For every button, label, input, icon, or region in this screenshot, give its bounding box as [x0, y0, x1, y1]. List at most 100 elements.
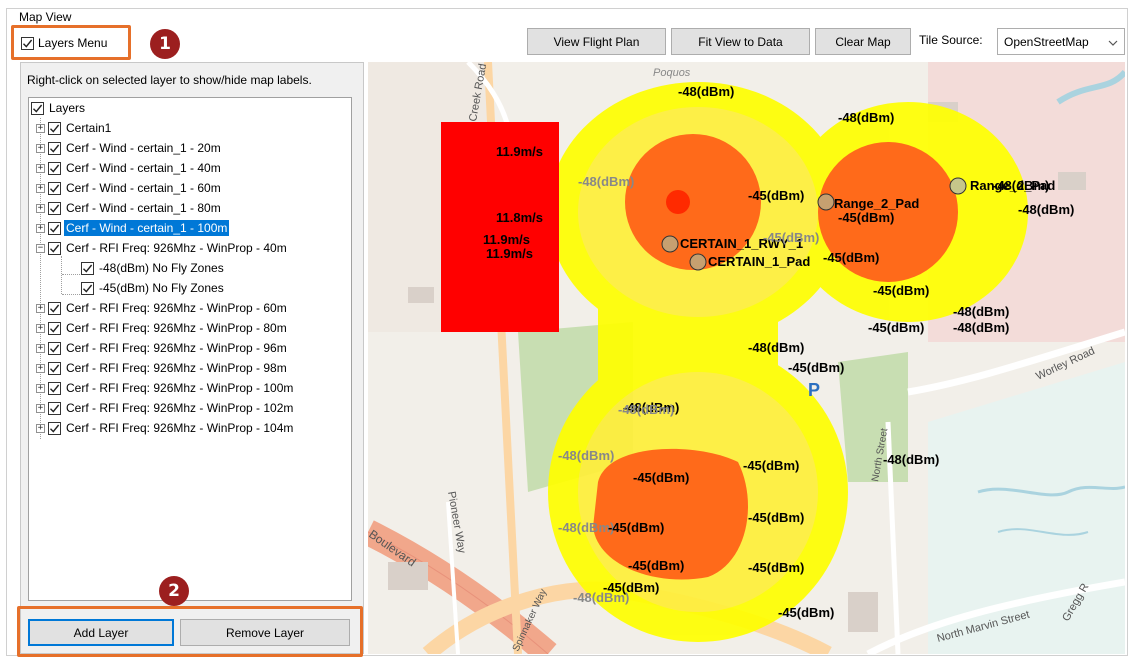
map-svg[interactable]: Poquos Creek Road Worley Road Pioneer Wa…	[368, 62, 1125, 654]
tree-row[interactable]: + Cerf - Wind - certain_1 - 80m	[36, 198, 223, 218]
expand-icon[interactable]: +	[36, 383, 45, 393]
add-layer-button[interactable]: Add Layer	[28, 619, 174, 646]
tree-row-child[interactable]: -48(dBm) No Fly Zones	[81, 258, 226, 278]
tree-row[interactable]: + Cerf - RFI Freq: 926Mhz - WinProp - 100…	[36, 378, 295, 398]
signal-label: -48(dBm)	[883, 452, 939, 467]
signal-label: -48(dBm)	[953, 304, 1009, 319]
signal-label: -45(dBm)	[743, 458, 799, 473]
tree-row[interactable]: + Cerf - RFI Freq: 926Mhz - WinProp - 104…	[36, 418, 295, 438]
tree-row-label: Cerf - Wind - certain_1 - 100m	[64, 220, 230, 236]
tree-row-label: -48(dBm) No Fly Zones	[99, 261, 224, 275]
coverage-core	[666, 190, 690, 214]
tree-row-selected[interactable]: + Cerf - Wind - certain_1 - 100m	[36, 218, 230, 238]
checkbox-icon[interactable]	[48, 301, 61, 315]
tree-line	[61, 256, 62, 294]
tree-row[interactable]: + Cerf - RFI Freq: 926Mhz - WinProp - 80m	[36, 318, 289, 338]
checkbox-icon[interactable]	[48, 401, 61, 415]
building	[848, 592, 878, 632]
tree-row[interactable]: + Cerf - Wind - certain_1 - 40m	[36, 158, 223, 178]
expand-icon[interactable]: +	[36, 303, 45, 313]
tile-source-label: Tile Source:	[919, 33, 983, 47]
signal-label: -48(dBm)	[578, 174, 634, 189]
layers-panel: Right-click on selected layer to show/hi…	[20, 62, 364, 654]
signal-label: -48(dBm)	[748, 340, 804, 355]
signal-label: -45(dBm)	[868, 320, 924, 335]
checkbox-icon[interactable]	[48, 361, 61, 375]
expand-icon[interactable]: +	[36, 363, 45, 373]
checkbox-icon[interactable]	[48, 161, 61, 175]
layers-menu-label: Layers Menu	[38, 36, 108, 50]
checkbox-icon[interactable]	[48, 321, 61, 335]
wind-label: 11.9m/s	[496, 144, 543, 159]
checkbox-icon[interactable]	[48, 421, 61, 435]
expand-icon[interactable]: +	[36, 143, 45, 153]
pad-marker[interactable]	[689, 253, 707, 271]
view-flight-plan-button[interactable]: View Flight Plan	[527, 28, 666, 55]
map-canvas[interactable]: Poquos Creek Road Worley Road Pioneer Wa…	[368, 62, 1125, 654]
tile-source-select[interactable]: OpenStreetMap	[997, 28, 1125, 55]
range-pad-marker[interactable]	[949, 177, 967, 195]
checkbox-icon[interactable]	[81, 281, 94, 295]
checkbox-icon[interactable]	[48, 381, 61, 395]
tree-row[interactable]: + Cerf - RFI Freq: 926Mhz - WinProp - 102…	[36, 398, 295, 418]
checkbox-icon[interactable]	[48, 221, 61, 235]
tree-line	[62, 294, 80, 295]
checkbox-icon[interactable]	[21, 36, 34, 50]
expand-icon[interactable]: +	[36, 203, 45, 213]
expand-icon[interactable]: +	[36, 403, 45, 413]
tree-row-label: Cerf - RFI Freq: 926Mhz - WinProp - 80m	[66, 321, 287, 335]
signal-label: -48(dBm)	[993, 178, 1049, 193]
signal-label: -48(dBm)	[558, 448, 614, 463]
tree-row[interactable]: + Cerf - RFI Freq: 926Mhz - WinProp - 60m	[36, 298, 289, 318]
tree-row[interactable]: + Cerf - Wind - certain_1 - 60m	[36, 178, 223, 198]
expand-icon[interactable]: +	[36, 423, 45, 433]
expand-icon[interactable]: +	[36, 223, 45, 233]
checkbox-icon[interactable]	[81, 261, 94, 275]
signal-label: -48(dBm)	[618, 402, 674, 417]
tree-row-label: Cerf - RFI Freq: 926Mhz - WinProp - 102m	[66, 401, 294, 415]
checkbox-icon[interactable]	[48, 341, 61, 355]
tree-row[interactable]: + Cerf - RFI Freq: 926Mhz - WinProp - 98m	[36, 358, 289, 378]
wind-label: 11.9m/s	[486, 246, 533, 261]
expand-icon[interactable]: +	[36, 183, 45, 193]
tree-row-expanded[interactable]: − Cerf - RFI Freq: 926Mhz - WinProp - 40m	[36, 238, 289, 258]
signal-label: -48(dBm)	[953, 320, 1009, 335]
runway-marker[interactable]	[661, 235, 679, 253]
layers-hint-text: Right-click on selected layer to show/hi…	[27, 73, 312, 87]
building	[1058, 172, 1086, 190]
layers-menu-checkbox[interactable]: Layers Menu	[17, 31, 111, 55]
expand-icon[interactable]: +	[36, 123, 45, 133]
checkbox-icon[interactable]	[48, 181, 61, 195]
tree-row-label: Layers	[49, 101, 86, 115]
fit-view-to-data-button[interactable]: Fit View to Data	[671, 28, 810, 55]
tree-row[interactable]: + Certain1	[36, 118, 113, 138]
pad-marker[interactable]	[817, 193, 835, 211]
pad-label: Range_2_Pad	[834, 196, 919, 211]
layers-tree[interactable]: Layers + Certain1 + Cerf - Wind - certain_…	[28, 97, 352, 601]
signal-label: -45(dBm)	[628, 558, 684, 573]
signal-label: -45(dBm)	[788, 360, 844, 375]
expand-icon[interactable]: +	[36, 163, 45, 173]
tree-row-label: Certain1	[66, 121, 112, 135]
clear-map-button[interactable]: Clear Map	[815, 28, 911, 55]
tree-row-root[interactable]: Layers	[31, 98, 87, 118]
checkbox-icon[interactable]	[31, 101, 44, 115]
checkbox-icon[interactable]	[48, 121, 61, 135]
wind-label: 11.8m/s	[496, 210, 543, 225]
tree-row-label: Cerf - Wind - certain_1 - 40m	[66, 161, 221, 175]
remove-layer-button[interactable]: Remove Layer	[180, 619, 350, 646]
tree-row[interactable]: + Cerf - RFI Freq: 926Mhz - WinProp - 96m	[36, 338, 289, 358]
tree-row-label: Cerf - RFI Freq: 926Mhz - WinProp - 40m	[66, 241, 287, 255]
signal-label: -48(dBm)	[678, 84, 734, 99]
expand-icon[interactable]: +	[36, 343, 45, 353]
tree-row-child[interactable]: -45(dBm) No Fly Zones	[81, 278, 226, 298]
checkbox-icon[interactable]	[48, 241, 61, 255]
checkbox-icon[interactable]	[48, 141, 61, 155]
signal-label: -48(dBm)	[558, 520, 614, 535]
parking-icon: P	[808, 380, 820, 400]
signal-label: -45(dBm)	[873, 283, 929, 298]
tree-row[interactable]: + Cerf - Wind - certain_1 - 20m	[36, 138, 223, 158]
checkbox-icon[interactable]	[48, 201, 61, 215]
expand-icon[interactable]: +	[36, 323, 45, 333]
collapse-icon[interactable]: −	[36, 243, 45, 253]
